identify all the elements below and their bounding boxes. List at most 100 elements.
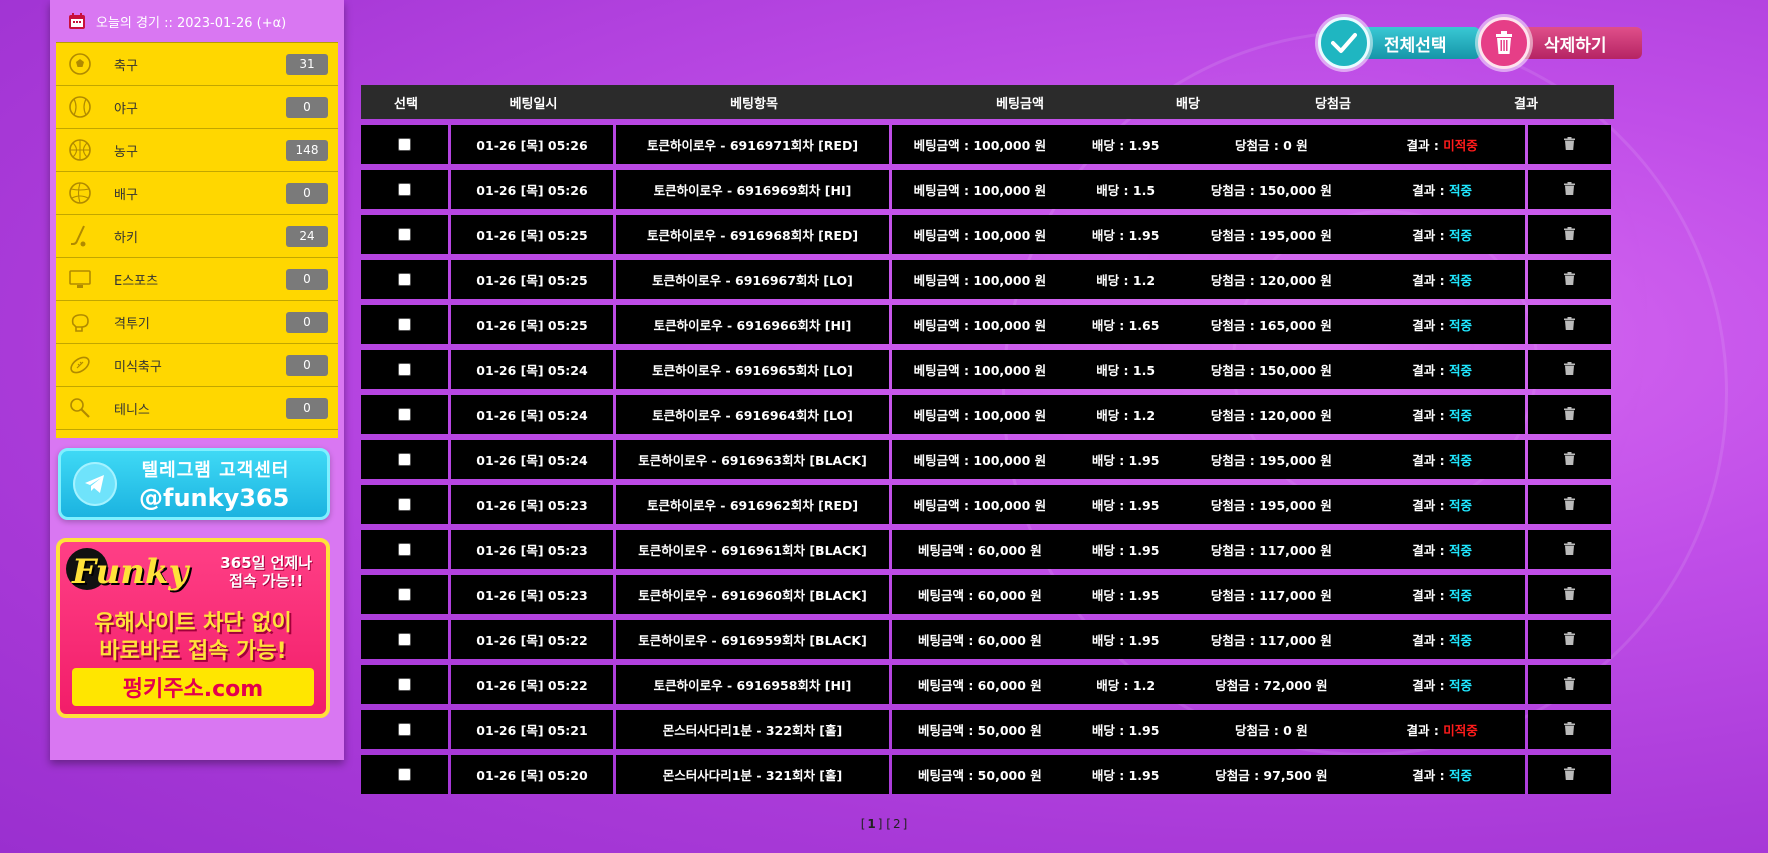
row-checkbox[interactable] — [398, 363, 411, 376]
calendar-icon — [68, 12, 86, 30]
row-checkbox[interactable] — [398, 183, 411, 196]
table-row: 01-26 [목] 05:23 토큰하이로우 - 6916962회차 [RED] 베… — [361, 485, 1614, 524]
sport-count-badge: 0 — [286, 182, 328, 204]
trash-icon[interactable] — [1564, 496, 1575, 513]
row-checkbox[interactable] — [398, 273, 411, 286]
table-row: 01-26 [목] 05:21 몬스터사다리1분 - 322회차 [홀] 베팅금액 … — [361, 710, 1614, 749]
bet-result: 결과 : 적중 — [1372, 360, 1512, 379]
row-checkbox[interactable] — [398, 588, 411, 601]
funky-main-line2: 바로바로 접속 가능! — [99, 639, 287, 664]
sport-item[interactable]: 미식축구 0 — [56, 344, 338, 387]
bet-info-cell: 베팅금액 : 60,000 원 배당 : 1.95 당첨금 : 117,000 원 결… — [892, 620, 1525, 659]
delete-cell — [1528, 350, 1611, 389]
funky-address-button[interactable]: 펑키주소.com — [72, 668, 314, 706]
trash-icon[interactable] — [1564, 721, 1575, 738]
bet-amount: 베팅금액 : 60,000 원 — [917, 543, 1042, 558]
row-checkbox[interactable] — [398, 498, 411, 511]
trash-icon[interactable] — [1564, 631, 1575, 648]
monitor-icon — [68, 267, 92, 291]
row-checkbox[interactable] — [398, 543, 411, 556]
delete-cell — [1528, 710, 1611, 749]
funky-address-banner[interactable]: Funky 365일 언제나 접속 가능!! 유해사이트 차단 없이 바로바로 … — [56, 538, 330, 718]
select-cell — [361, 620, 448, 659]
sport-item[interactable]: 하키 24 — [56, 215, 338, 258]
bet-amount: 베팅금액 : 100,000 원 — [913, 408, 1047, 423]
sport-item[interactable]: 농구 148 — [56, 129, 338, 172]
table-row: 01-26 [목] 05:25 토큰하이로우 - 6916968회차 [RED] 베… — [361, 215, 1614, 254]
football-icon — [68, 353, 92, 377]
bet-item: 토큰하이로우 - 6916965회차 [LO] — [616, 350, 889, 389]
trash-icon[interactable] — [1564, 766, 1575, 783]
bet-date: 01-26 [목] 05:21 — [451, 710, 613, 749]
trash-icon[interactable] — [1564, 361, 1575, 378]
table-row: 01-26 [목] 05:24 토큰하이로우 - 6916965회차 [LO] 베팅… — [361, 350, 1614, 389]
trash-icon[interactable] — [1564, 316, 1575, 333]
row-checkbox[interactable] — [398, 723, 411, 736]
row-checkbox[interactable] — [398, 408, 411, 421]
header-result: 결과 — [1514, 96, 1538, 112]
telegram-support-banner[interactable]: 텔레그램 고객센터 @funky365 — [58, 448, 330, 520]
bet-amount: 베팅금액 : 60,000 원 — [917, 633, 1042, 648]
result-label: 결과 : — [1412, 543, 1449, 558]
row-checkbox[interactable] — [398, 678, 411, 691]
sport-item[interactable]: 야구 0 — [56, 86, 338, 129]
bet-result: 결과 : 적중 — [1372, 765, 1512, 784]
bet-amount: 베팅금액 : 100,000 원 — [913, 228, 1047, 243]
bet-odds: 배당 : 1.95 — [1091, 768, 1160, 783]
trash-icon[interactable] — [1564, 541, 1575, 558]
bet-item: 토큰하이로우 - 6916964회차 [LO] — [616, 395, 889, 434]
trash-icon[interactable] — [1564, 406, 1575, 423]
table-row: 01-26 [목] 05:25 토큰하이로우 - 6916967회차 [LO] 베팅… — [361, 260, 1614, 299]
result-status: 미적중 — [1443, 138, 1478, 153]
sport-item[interactable]: 격투기 0 — [56, 301, 338, 344]
trash-icon[interactable] — [1564, 451, 1575, 468]
delete-cell — [1528, 215, 1611, 254]
header-odds: 배당 — [1176, 96, 1200, 112]
delete-cell — [1528, 620, 1611, 659]
select-cell — [361, 215, 448, 254]
page-link-2[interactable]: 2 — [893, 817, 901, 831]
result-status: 적중 — [1448, 408, 1472, 423]
result-label: 결과 : — [1412, 633, 1449, 648]
row-checkbox[interactable] — [398, 138, 411, 151]
sport-item[interactable]: 테니스 0 — [56, 387, 338, 430]
row-checkbox[interactable] — [398, 453, 411, 466]
bet-odds: 배당 : 1.95 — [1091, 228, 1160, 243]
row-checkbox[interactable] — [398, 228, 411, 241]
bet-odds: 배당 : 1.95 — [1091, 498, 1160, 513]
sport-item[interactable]: E스포츠 0 — [56, 258, 338, 301]
header-select: 선택 — [394, 96, 418, 112]
trash-icon[interactable] — [1564, 271, 1575, 288]
bet-date: 01-26 [목] 05:25 — [451, 215, 613, 254]
trash-icon[interactable] — [1564, 586, 1575, 603]
telegram-title: 텔레그램 고객센터 — [141, 460, 290, 481]
bet-date: 01-26 [목] 05:24 — [451, 350, 613, 389]
bet-winnings: 당첨금 : 195,000 원 — [1210, 453, 1332, 468]
result-status: 미적중 — [1443, 723, 1478, 738]
trash-icon — [1478, 17, 1530, 69]
sport-item[interactable]: 배구 0 — [56, 172, 338, 215]
delete-button[interactable]: 삭제하기 — [1478, 17, 1642, 69]
select-all-button[interactable]: 전체선택 — [1318, 17, 1480, 69]
row-checkbox[interactable] — [398, 318, 411, 331]
sidebar: 오늘의 경기 :: 2023-01-26 (+α) 축구 31 야구 0 농구 148 배구… — [50, 0, 344, 760]
bet-winnings: 당첨금 : 72,000 원 — [1215, 678, 1328, 693]
sport-label: 격투기 — [114, 316, 150, 332]
page-link-1[interactable]: 1 — [867, 817, 875, 831]
row-checkbox[interactable] — [398, 633, 411, 646]
bet-info-cell: 베팅금액 : 100,000 원 배당 : 1.5 당첨금 : 150,000 원 결… — [892, 350, 1525, 389]
trash-icon[interactable] — [1564, 676, 1575, 693]
bet-winnings: 당첨금 : 117,000 원 — [1210, 543, 1332, 558]
bet-item: 토큰하이로우 - 6916968회차 [RED] — [616, 215, 889, 254]
bet-info-cell: 베팅금액 : 100,000 원 배당 : 1.2 당첨금 : 120,000 원 결… — [892, 260, 1525, 299]
trash-icon[interactable] — [1564, 226, 1575, 243]
trash-icon[interactable] — [1564, 136, 1575, 153]
table-row: 01-26 [목] 05:22 토큰하이로우 - 6916959회차 [BLACK… — [361, 620, 1614, 659]
result-status: 적중 — [1448, 273, 1472, 288]
bet-date: 01-26 [목] 05:20 — [451, 755, 613, 794]
trash-icon[interactable] — [1564, 181, 1575, 198]
sport-item[interactable]: 축구 31 — [56, 43, 338, 86]
bet-item: 토큰하이로우 - 6916966회차 [HI] — [616, 305, 889, 344]
bet-winnings: 당첨금 : 195,000 원 — [1210, 498, 1332, 513]
row-checkbox[interactable] — [398, 768, 411, 781]
